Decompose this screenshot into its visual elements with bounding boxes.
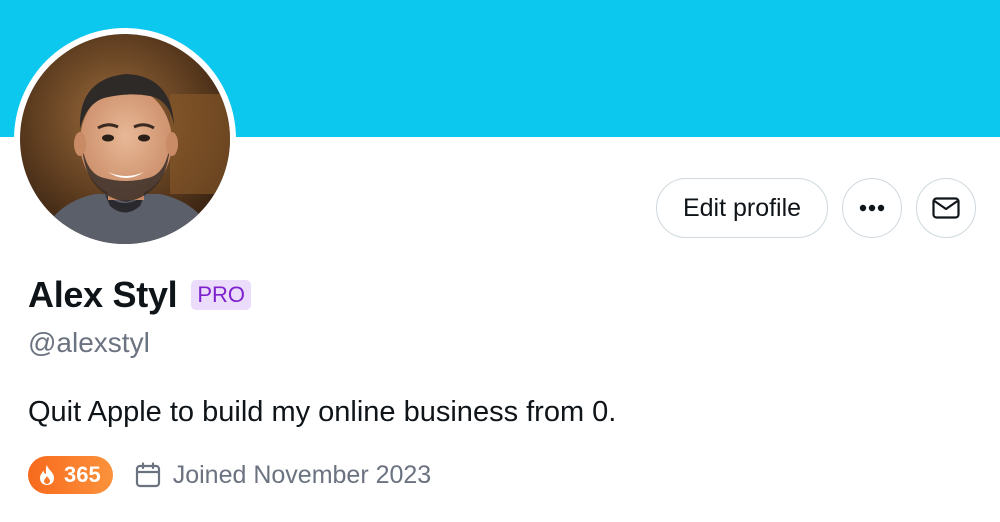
avatar-photo <box>20 34 230 244</box>
flame-icon <box>40 465 54 485</box>
more-options-button[interactable] <box>842 178 902 238</box>
more-horizontal-icon <box>859 204 885 212</box>
profile-meta: 365 Joined November 2023 <box>28 456 431 494</box>
edit-profile-button[interactable]: Edit profile <box>656 178 828 238</box>
avatar[interactable] <box>14 28 236 250</box>
pro-badge: PRO <box>191 280 252 310</box>
username-handle: @alexstyl <box>28 327 150 358</box>
joined-date: Joined November 2023 <box>135 460 432 490</box>
streak-badge[interactable]: 365 <box>28 456 113 494</box>
joined-label: Joined November 2023 <box>172 460 432 489</box>
message-button[interactable] <box>916 178 976 238</box>
streak-count: 365 <box>64 462 101 487</box>
profile-bio: Quit Apple to build my online business f… <box>28 396 617 428</box>
profile-name-row: Alex Styl PRO <box>28 274 252 316</box>
calendar-icon <box>135 462 160 488</box>
profile-actions: Edit profile <box>656 178 976 238</box>
mail-icon <box>932 197 960 219</box>
display-name: Alex Styl <box>28 274 178 315</box>
